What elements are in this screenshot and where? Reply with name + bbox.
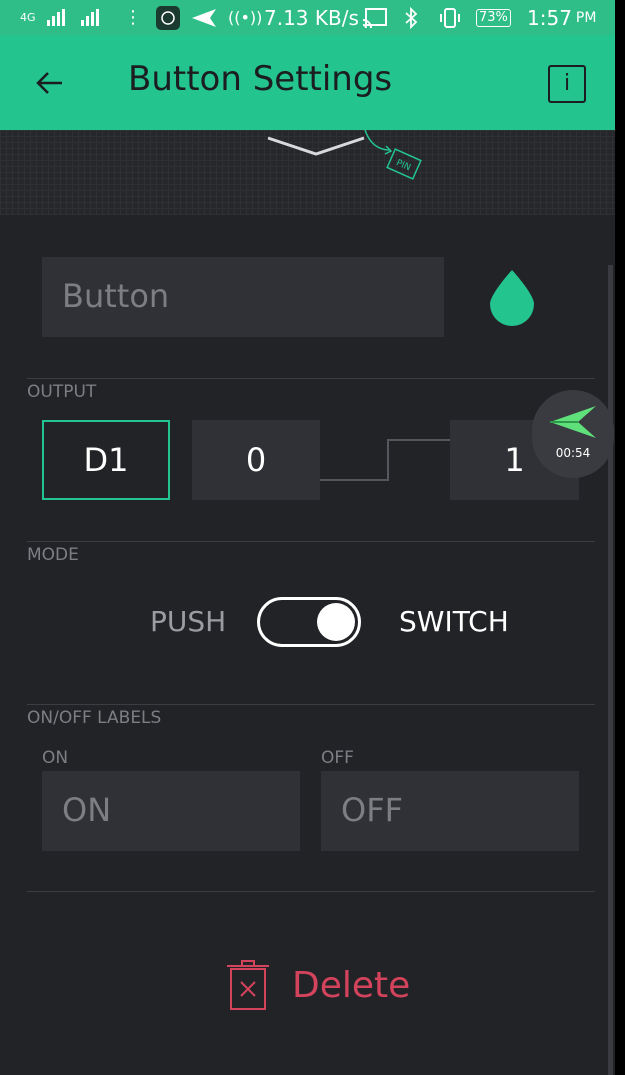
pin-value: D1 [83,441,129,479]
paper-plane-icon [550,406,596,438]
divider [27,891,595,892]
mode-section-label: MODE [27,545,79,565]
low-value-input[interactable]: 0 [192,420,320,500]
more-icon: ⋮ [124,7,142,28]
recording-time: 00:54 [555,446,591,460]
pin-select[interactable]: D1 [42,420,170,500]
info-button[interactable]: i [548,65,586,103]
vibrate-icon [438,0,462,35]
trash-icon [227,960,269,1010]
divider [27,541,595,542]
widget-name-value: Button [62,277,170,315]
output-section-label: OUTPUT [27,382,97,402]
clock-ampm: PM [575,9,597,26]
high-value: 1 [504,441,525,479]
off-label-input[interactable]: OFF [321,771,579,851]
screen-edge [615,0,625,1075]
bluetooth-icon [404,0,418,35]
on-label-input[interactable]: ON [42,771,300,851]
delete-label: Delete [292,964,411,1006]
clock-time: 1:57 [527,5,572,30]
signal-icon [46,0,72,35]
app-screen: 4G ⋮ ((•)) 7.13 KB/s 73% 1:57 PM Button … [0,0,615,1075]
network-indicator: 4G [20,0,36,35]
signal-step-line [320,439,452,481]
delete-button[interactable]: Delete [226,958,410,1012]
status-bar: 4G ⋮ ((•)) 7.13 KB/s 73% 1:57 PM [0,0,615,35]
toggle-knob [317,603,355,641]
labels-section-label: ON/OFF LABELS [27,708,162,728]
clock: 1:57 PM [527,0,596,35]
on-label-value: ON [62,791,112,829]
divider [27,704,595,705]
droplet-icon [490,270,534,326]
info-icon: i [563,71,571,96]
off-label-value: OFF [341,791,403,829]
page-title: Button Settings [128,59,393,99]
widget-pin-illustration: PIN [267,129,422,180]
low-value: 0 [245,441,267,479]
network-speed: 7.13 KB/s [264,5,359,30]
off-label-caption: OFF [321,748,354,768]
back-button[interactable] [30,63,70,103]
on-label-caption: ON [42,748,69,768]
network-type: 4G [20,11,36,24]
mode-option-switch[interactable]: SWITCH [399,605,509,638]
color-picker-button[interactable] [488,268,536,326]
battery-indicator: 73% [476,0,511,35]
send-icon [190,0,218,35]
mode-toggle[interactable] [257,597,361,647]
app-notification-icon [155,0,181,35]
screen-recorder-bubble[interactable]: 00:54 [532,390,614,478]
widget-name-input[interactable]: Button [42,257,444,337]
divider [27,378,595,379]
mode-option-push[interactable]: PUSH [150,605,226,638]
signal-icon-2 [80,0,106,35]
app-bar: Button Settings i [0,35,615,130]
scrollbar[interactable] [608,265,613,1075]
battery-level: 73% [476,8,511,27]
widget-preview: PIN [0,129,615,215]
arrow-left-icon [36,72,62,94]
cast-icon [362,0,388,35]
hotspot-icon: ((•)) [228,8,263,27]
